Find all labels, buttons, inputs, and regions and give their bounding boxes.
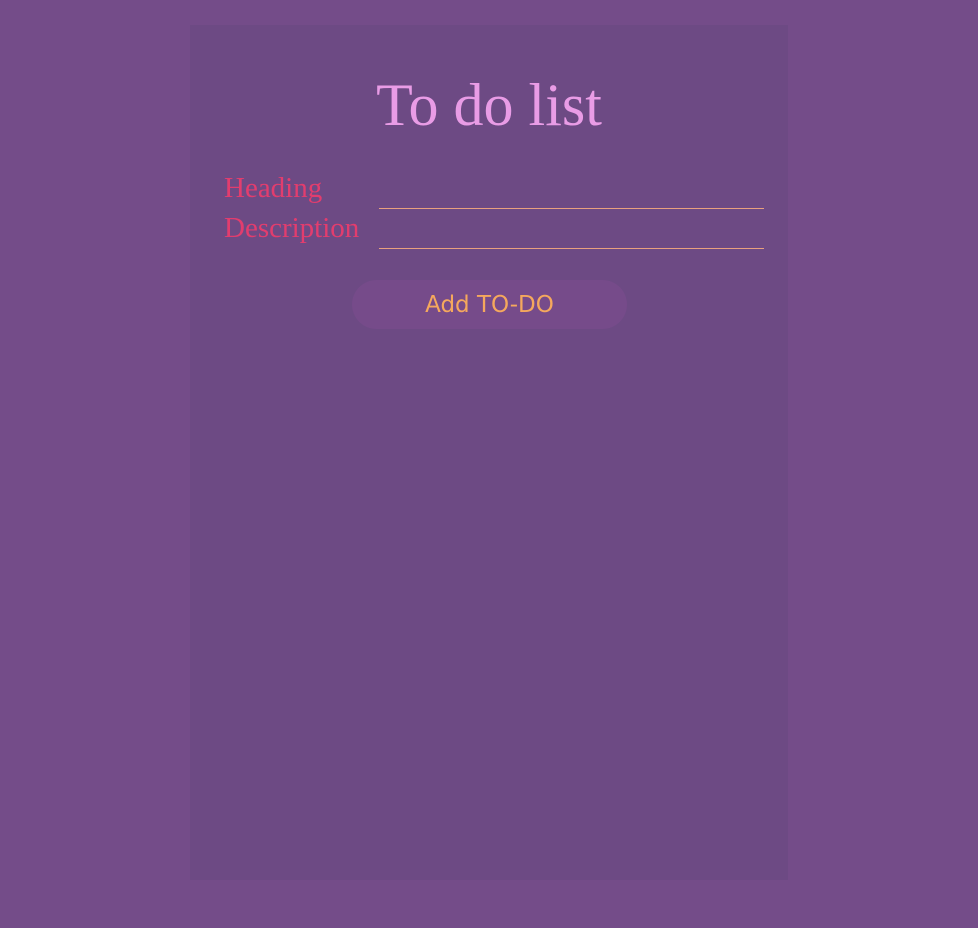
description-label: Description (224, 212, 360, 244)
description-row: Description (224, 209, 764, 249)
todo-panel: To do list Heading Description Add TO-DO (190, 25, 788, 880)
add-todo-button[interactable]: Add TO-DO (352, 280, 627, 329)
heading-row: Heading (224, 169, 764, 209)
page-title: To do list (376, 72, 602, 138)
heading-input[interactable] (379, 176, 764, 209)
description-input[interactable] (379, 216, 764, 249)
heading-label: Heading (224, 172, 323, 204)
